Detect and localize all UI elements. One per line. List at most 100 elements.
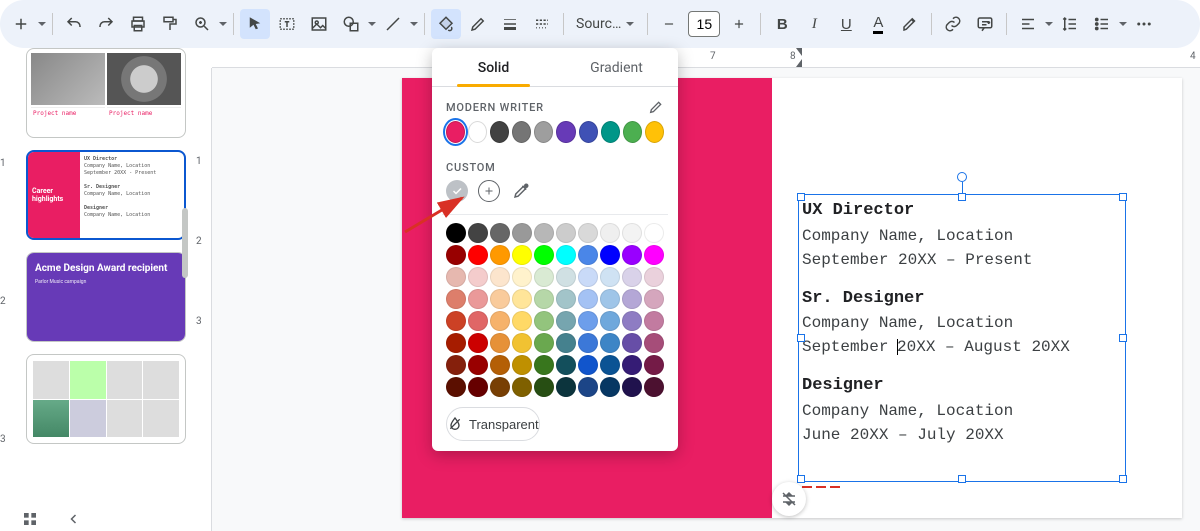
color-swatch[interactable] xyxy=(556,245,576,265)
resize-handle-tm[interactable] xyxy=(958,193,966,201)
color-swatch[interactable] xyxy=(578,267,598,287)
theme-color-swatch[interactable] xyxy=(579,121,598,143)
color-swatch[interactable] xyxy=(644,245,664,265)
slide-thumbnail-2[interactable]: Career highlights UX DirectorCompany Nam… xyxy=(26,150,186,240)
color-swatch[interactable] xyxy=(534,333,554,353)
select-tool-button[interactable] xyxy=(240,9,270,39)
color-swatch[interactable] xyxy=(512,333,532,353)
color-swatch[interactable] xyxy=(490,223,510,243)
resize-handle-tr[interactable] xyxy=(1119,193,1127,201)
color-swatch[interactable] xyxy=(446,311,466,331)
theme-color-swatch[interactable] xyxy=(534,121,553,143)
color-swatch[interactable] xyxy=(446,333,466,353)
color-swatch[interactable] xyxy=(556,377,576,397)
theme-color-swatch[interactable] xyxy=(623,121,642,143)
color-swatch[interactable] xyxy=(512,289,532,309)
resize-handle-bl[interactable] xyxy=(797,475,805,483)
color-swatch[interactable] xyxy=(556,289,576,309)
color-swatch[interactable] xyxy=(490,289,510,309)
color-swatch[interactable] xyxy=(468,245,488,265)
border-dash-button[interactable] xyxy=(527,9,557,39)
color-swatch[interactable] xyxy=(446,377,466,397)
line-tool-button[interactable] xyxy=(378,9,408,39)
slide-thumbnail-1[interactable]: Project name Project name xyxy=(26,48,186,138)
color-swatch[interactable] xyxy=(578,333,598,353)
insert-link-button[interactable] xyxy=(938,9,968,39)
eyedropper-button[interactable] xyxy=(510,180,532,202)
color-swatch[interactable] xyxy=(556,355,576,375)
color-swatch[interactable] xyxy=(534,245,554,265)
color-swatch[interactable] xyxy=(600,355,620,375)
color-swatch[interactable] xyxy=(468,267,488,287)
prev-slide-icon[interactable] xyxy=(68,513,80,525)
color-swatch[interactable] xyxy=(578,223,598,243)
undo-button[interactable] xyxy=(59,9,89,39)
color-swatch[interactable] xyxy=(534,377,554,397)
theme-color-swatch[interactable] xyxy=(468,121,487,143)
border-weight-button[interactable] xyxy=(495,9,525,39)
color-swatch[interactable] xyxy=(644,377,664,397)
color-swatch[interactable] xyxy=(534,267,554,287)
bold-button[interactable]: B xyxy=(767,9,797,39)
color-swatch[interactable] xyxy=(468,289,488,309)
color-swatch[interactable] xyxy=(600,333,620,353)
color-swatch[interactable] xyxy=(622,333,642,353)
redo-button[interactable] xyxy=(91,9,121,39)
color-swatch[interactable] xyxy=(622,377,642,397)
paint-format-button[interactable] xyxy=(155,9,185,39)
color-swatch[interactable] xyxy=(446,223,466,243)
color-swatch[interactable] xyxy=(468,355,488,375)
theme-color-swatch[interactable] xyxy=(512,121,531,143)
font-size-input[interactable] xyxy=(688,11,720,37)
text-color-button[interactable]: A xyxy=(863,9,893,39)
custom-color-none[interactable] xyxy=(446,180,468,202)
highlight-color-button[interactable] xyxy=(895,9,925,39)
color-swatch[interactable] xyxy=(644,333,664,353)
slide-thumbnail-4[interactable] xyxy=(26,354,186,444)
color-swatch[interactable] xyxy=(644,223,664,243)
align-button[interactable] xyxy=(1013,9,1043,39)
color-swatch[interactable] xyxy=(512,377,532,397)
color-swatch[interactable] xyxy=(622,311,642,331)
fill-color-button[interactable] xyxy=(431,9,461,39)
color-swatch[interactable] xyxy=(578,245,598,265)
theme-color-swatch[interactable] xyxy=(490,121,509,143)
color-swatch[interactable] xyxy=(446,267,466,287)
filmstrip-scrollbar[interactable] xyxy=(182,208,188,278)
color-swatch[interactable] xyxy=(534,355,554,375)
color-swatch[interactable] xyxy=(490,267,510,287)
color-swatch[interactable] xyxy=(512,311,532,331)
color-swatch[interactable] xyxy=(622,289,642,309)
transparent-button[interactable]: Transparent xyxy=(446,407,540,441)
align-caret-icon[interactable] xyxy=(1045,15,1053,33)
color-swatch[interactable] xyxy=(556,333,576,353)
resize-handle-tl[interactable] xyxy=(797,193,805,201)
color-swatch[interactable] xyxy=(644,289,664,309)
color-swatch[interactable] xyxy=(512,245,532,265)
color-swatch[interactable] xyxy=(534,223,554,243)
bulleted-list-button[interactable] xyxy=(1087,9,1117,39)
shape-caret-icon[interactable] xyxy=(368,15,376,33)
color-swatch[interactable] xyxy=(490,311,510,331)
theme-color-swatch[interactable] xyxy=(446,121,465,143)
font-family-dropdown[interactable]: Sourc… xyxy=(570,9,641,39)
color-swatch[interactable] xyxy=(534,311,554,331)
color-swatch[interactable] xyxy=(468,311,488,331)
new-slide-button[interactable] xyxy=(6,9,36,39)
color-swatch[interactable] xyxy=(446,289,466,309)
color-swatch[interactable] xyxy=(446,355,466,375)
rotation-handle[interactable] xyxy=(957,172,967,182)
color-swatch[interactable] xyxy=(600,245,620,265)
more-button[interactable] xyxy=(1129,9,1159,39)
resize-handle-bm[interactable] xyxy=(958,475,966,483)
color-swatch[interactable] xyxy=(534,289,554,309)
color-swatch[interactable] xyxy=(600,377,620,397)
theme-color-swatch[interactable] xyxy=(645,121,664,143)
color-swatch[interactable] xyxy=(490,245,510,265)
color-swatch[interactable] xyxy=(468,377,488,397)
font-size-decrease-button[interactable] xyxy=(654,9,684,39)
color-swatch[interactable] xyxy=(556,311,576,331)
line-spacing-button[interactable] xyxy=(1055,9,1085,39)
color-swatch[interactable] xyxy=(600,311,620,331)
color-swatch[interactable] xyxy=(644,355,664,375)
